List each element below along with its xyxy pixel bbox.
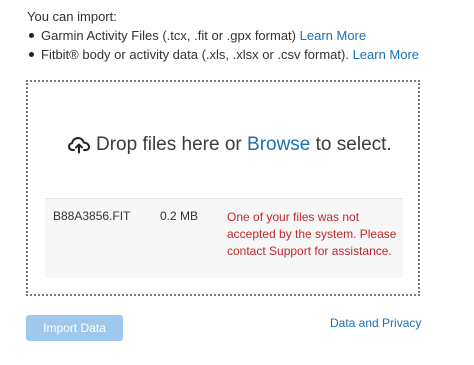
file-size: 0.2 MB: [160, 209, 199, 223]
learn-more-link-garmin[interactable]: Learn More: [300, 28, 366, 43]
drop-prompt: Drop files here or Browse to select.: [68, 134, 392, 156]
import-panel: You can import: Garmin Activity Files (.…: [0, 0, 474, 365]
uploaded-file-row: B88A3856.FIT 0.2 MB One of your files wa…: [45, 198, 403, 278]
bullet-icon: [29, 52, 34, 57]
import-option-garmin: Garmin Activity Files (.tcx, .fit or .gp…: [27, 26, 457, 45]
bullet-icon: [29, 33, 34, 38]
file-error-message: One of your files was not accepted by th…: [227, 210, 397, 258]
drop-prompt-before: Drop files here or: [96, 134, 242, 155]
drop-prompt-after: to select.: [315, 134, 392, 155]
browse-link[interactable]: Browse: [247, 134, 310, 156]
data-and-privacy-link[interactable]: Data and Privacy: [330, 316, 421, 330]
import-option-text: Garmin Activity Files (.tcx, .fit or .gp…: [41, 28, 296, 43]
import-option-fitbit: Fitbit® body or activity data (.xls, .xl…: [27, 45, 457, 64]
learn-more-link-fitbit[interactable]: Learn More: [353, 47, 419, 62]
cloud-upload-icon: [68, 136, 90, 154]
import-intro-text: You can import:: [27, 9, 117, 24]
file-name: B88A3856.FIT: [53, 209, 131, 223]
import-options-list: Garmin Activity Files (.tcx, .fit or .gp…: [27, 26, 457, 64]
import-option-text: Fitbit® body or activity data (.xls, .xl…: [41, 47, 349, 62]
import-data-button[interactable]: Import Data: [26, 315, 123, 341]
file-dropzone[interactable]: Drop files here or Browse to select. B88…: [26, 80, 420, 296]
